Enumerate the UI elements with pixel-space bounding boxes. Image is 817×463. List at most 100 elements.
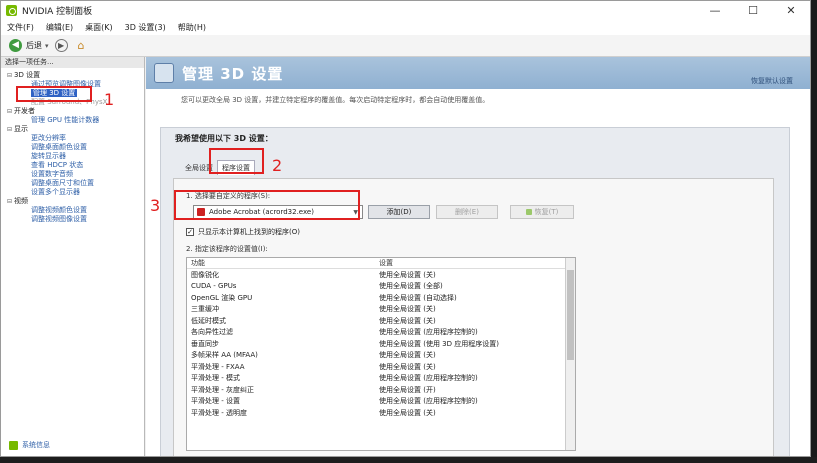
back-label: 后退 [26, 41, 42, 50]
feature-setting: 使用全局设置 (使用 3D 应用程序设置) [379, 339, 499, 348]
sidebar-item[interactable]: 更改分辨率 [1, 134, 144, 143]
sidebar-item[interactable]: 调整视频图像设置 [1, 215, 144, 224]
annotation-box-2 [209, 148, 264, 174]
scrollbar-thumb[interactable] [567, 270, 574, 360]
feature-name: 平滑处理 - 灰度纠正 [191, 385, 254, 394]
settings-heading: 我希望使用以下 3D 设置： [175, 134, 273, 143]
restore-defaults-link[interactable]: 恢复默认设置 [751, 76, 793, 86]
table-scrollbar[interactable] [565, 258, 575, 450]
sidebar-item[interactable]: 调整桌面尺寸和位置 [1, 179, 144, 188]
table-row[interactable]: 平滑处理 - FXAA 使用全局设置 (关) [187, 361, 575, 373]
table-row[interactable]: 平滑处理 - 透明度 使用全局设置 (关) [187, 407, 575, 419]
window-controls: — ☐ ✕ [696, 1, 810, 20]
menu-edit[interactable]: 编辑(E) [46, 22, 73, 33]
sidebar-item-label: 调整桌面尺寸和位置 [31, 179, 94, 187]
table-header: 功能 设置 [187, 258, 575, 269]
feature-setting: 使用全局设置 (关) [379, 408, 436, 417]
nvidia-control-panel-window: NVIDIA 控制面板 — ☐ ✕ 文件(F) 编辑(E) 桌面(K) 3D 设… [0, 0, 811, 457]
nvidia-logo-icon [6, 5, 17, 16]
feature-name: 图像锐化 [191, 270, 219, 279]
sidebar-item[interactable]: 调整桌面颜色设置 [1, 143, 144, 152]
title-bar: NVIDIA 控制面板 — ☐ ✕ [1, 1, 810, 20]
page-description: 您可以更改全局 3D 设置，并建立特定程序的覆盖值。每次启动特定程序时，都会自动… [181, 96, 490, 104]
sidebar-item[interactable]: 设置数字音频 [1, 170, 144, 179]
collapse-icon[interactable]: ⊟ [7, 107, 14, 116]
maximize-button[interactable]: ☐ [734, 1, 772, 20]
collapse-icon[interactable]: ⊟ [7, 71, 14, 80]
table-row[interactable]: 平滑处理 - 灰度纠正 使用全局设置 (开) [187, 384, 575, 396]
system-info-label: 系统信息 [22, 441, 50, 449]
add-program-button[interactable]: 添加(D) [368, 205, 430, 219]
show-local-programs-checkbox[interactable]: ✓ [186, 228, 194, 236]
sidebar-item[interactable]: 管理 GPU 性能计数器 [1, 116, 144, 125]
sidebar-item-label: 调整视频颜色设置 [31, 206, 87, 214]
menu-file[interactable]: 文件(F) [7, 22, 34, 33]
sidebar-item[interactable]: 调整视频颜色设置 [1, 206, 144, 215]
feature-name: 平滑处理 - 模式 [191, 374, 240, 383]
sidebar-item-label: 设置数字音频 [31, 170, 73, 178]
sidebar-header: 选择一项任务... [1, 57, 144, 68]
feature-setting: 使用全局设置 (关) [379, 362, 436, 371]
sidebar-item-label: 显示 [14, 125, 28, 133]
table-row[interactable]: 各向异性过滤 使用全局设置 (应用程序控制的) [187, 327, 575, 339]
tree-category[interactable]: ⊟ 视频 [1, 197, 144, 206]
tree-category[interactable]: ⊟ 显示 [1, 125, 144, 134]
feature-setting: 使用全局设置 (关) [379, 270, 436, 279]
table-row[interactable]: CUDA - GPUs 使用全局设置 (全部) [187, 281, 575, 293]
table-row[interactable]: 垂直同步 使用全局设置 (使用 3D 应用程序设置) [187, 338, 575, 350]
sidebar-item[interactable]: 查看 HDCP 状态 [1, 161, 144, 170]
sidebar-item[interactable]: 设置多个显示器 [1, 188, 144, 197]
menu-help[interactable]: 帮助(H) [178, 22, 206, 33]
column-header-feature: 功能 [191, 259, 205, 267]
annotation-number-3: 3 [150, 196, 161, 215]
restore-button-label: 恢复(T) [534, 208, 559, 216]
back-dropdown-icon[interactable]: ▾ [45, 42, 49, 50]
feature-name: 平滑处理 - FXAA [191, 362, 245, 371]
system-info-link[interactable]: 系统信息 [9, 440, 50, 450]
sidebar-item-label: 更改分辨率 [31, 134, 66, 142]
minimize-button[interactable]: — [696, 1, 734, 20]
table-row[interactable]: 三重缓冲 使用全局设置 (关) [187, 304, 575, 316]
table-row[interactable]: OpenGL 渲染 GPU 使用全局设置 (自动选择) [187, 292, 575, 304]
sidebar-item-label: 视频 [14, 197, 28, 205]
table-row[interactable]: 多帧采样 AA (MFAA) 使用全局设置 (关) [187, 350, 575, 362]
feature-name: CUDA - GPUs [191, 282, 237, 291]
delete-button-label: 删除(E) [455, 208, 479, 216]
tree-category[interactable]: ⊟ 开发者 [1, 107, 144, 116]
show-local-programs-row[interactable]: ✓ 只显示本计算机上找到的程序(O) [186, 227, 300, 237]
back-button[interactable]: ◀ 后退 ▾ [9, 39, 49, 52]
menu-desktop[interactable]: 桌面(K) [85, 22, 113, 33]
sidebar-item-label: 调整桌面颜色设置 [31, 143, 87, 151]
menu-3d-settings[interactable]: 3D 设置(3) [125, 22, 166, 33]
restore-icon [525, 209, 532, 215]
3d-settings-icon [154, 63, 174, 83]
window-title: NVIDIA 控制面板 [22, 7, 93, 17]
settings-panel: 我希望使用以下 3D 设置： 全局设置 程序设置 1. 选择要自定义的程序(S)… [160, 127, 790, 456]
menu-bar: 文件(F) 编辑(E) 桌面(K) 3D 设置(3) 帮助(H) [1, 20, 810, 35]
feature-name: 三重缓冲 [191, 305, 219, 314]
feature-name: 平滑处理 - 设置 [191, 397, 240, 406]
collapse-icon[interactable]: ⊟ [7, 125, 14, 134]
add-button-label: 添加(D) [386, 208, 412, 216]
collapse-icon[interactable]: ⊟ [7, 197, 14, 206]
step2-label: 2. 指定该程序的设置值(I): [186, 245, 268, 253]
sidebar-item-label: 管理 GPU 性能计数器 [31, 116, 100, 124]
back-arrow-icon: ◀ [9, 39, 22, 52]
table-row[interactable]: 图像锐化 使用全局设置 (关) [187, 269, 575, 281]
feature-name: 多帧采样 AA (MFAA) [191, 351, 258, 360]
forward-icon[interactable]: ▶ [54, 39, 68, 52]
tree-category[interactable]: ⊟ 3D 设置 [1, 71, 144, 80]
table-row[interactable]: 平滑处理 - 模式 使用全局设置 (应用程序控制的) [187, 373, 575, 385]
sidebar-item[interactable]: 旋转显示器 [1, 152, 144, 161]
feature-name: OpenGL 渲染 GPU [191, 293, 253, 302]
annotation-number-2: 2 [272, 156, 283, 175]
home-icon[interactable]: ⌂ [78, 39, 92, 53]
delete-program-button[interactable]: 删除(E) [436, 205, 498, 219]
restore-program-button[interactable]: 恢复(T) [510, 205, 574, 219]
table-row[interactable]: 平滑处理 - 设置 使用全局设置 (应用程序控制的) [187, 396, 575, 408]
table-row[interactable]: 低延时模式 使用全局设置 (关) [187, 315, 575, 327]
feature-setting: 使用全局设置 (全部) [379, 282, 443, 291]
feature-setting: 使用全局设置 (关) [379, 351, 436, 360]
close-button[interactable]: ✕ [772, 1, 810, 20]
taskbar [0, 457, 817, 463]
